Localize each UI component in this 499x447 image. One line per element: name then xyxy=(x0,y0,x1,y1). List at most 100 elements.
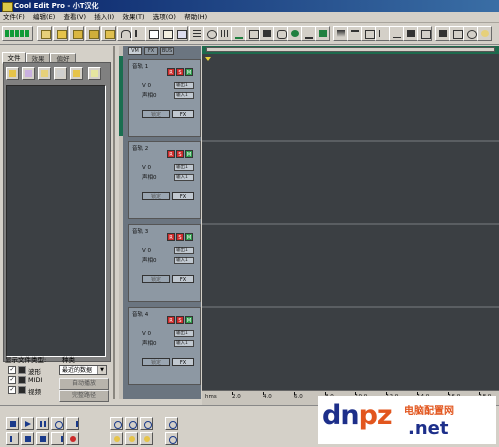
paste-button[interactable] xyxy=(159,26,174,41)
tab-bus[interactable]: BUS xyxy=(160,47,174,55)
output-select[interactable]: 输出1 xyxy=(174,82,194,89)
zoom-in-horizontal-button[interactable] xyxy=(110,417,123,430)
mute-button[interactable]: M xyxy=(185,150,193,158)
zoom-out-horizontal-button[interactable] xyxy=(125,417,138,430)
properties-button[interactable] xyxy=(449,26,464,41)
fx-button[interactable]: FX xyxy=(172,358,194,366)
preview-button[interactable] xyxy=(435,26,450,41)
record-arm-button[interactable]: R xyxy=(167,233,175,241)
file-info-button[interactable] xyxy=(88,67,101,80)
go-to-end-button[interactable] xyxy=(51,432,64,445)
pan-button[interactable] xyxy=(403,26,418,41)
filetype-waveform-checkbox[interactable]: ✓ xyxy=(8,366,16,374)
copy-button[interactable] xyxy=(145,26,160,41)
tab-fx[interactable]: FX xyxy=(144,47,158,55)
pan-value[interactable]: 声相0 xyxy=(142,174,167,182)
cut-button[interactable] xyxy=(131,26,147,41)
menu-edit[interactable]: 编辑(E) xyxy=(30,12,58,23)
noise-button[interactable] xyxy=(417,26,432,41)
volume-value[interactable]: V 0 xyxy=(142,164,167,172)
fx-button[interactable]: FX xyxy=(172,110,194,118)
solo-button[interactable]: S xyxy=(176,233,184,241)
full-path-button[interactable]: 完整路径 xyxy=(59,390,109,402)
lock-button[interactable]: 锁定 xyxy=(142,192,170,200)
menu-file[interactable]: 文件(F) xyxy=(0,12,28,23)
fx-button[interactable]: FX xyxy=(172,192,194,200)
snap-button[interactable] xyxy=(259,26,274,41)
envelope-button[interactable] xyxy=(231,26,246,41)
grid-button[interactable] xyxy=(217,26,232,41)
multitrack-button[interactable] xyxy=(189,26,204,41)
filetype-video-checkbox[interactable]: ✓ xyxy=(8,386,16,394)
zoom-right-button[interactable] xyxy=(125,432,138,445)
bounce-button[interactable] xyxy=(315,26,330,41)
pan-value[interactable]: 声相0 xyxy=(142,257,167,265)
input-select[interactable]: 输入1 xyxy=(174,92,194,99)
undo-button[interactable] xyxy=(117,26,132,41)
amplify-button[interactable] xyxy=(389,26,404,41)
open-button[interactable] xyxy=(53,26,68,41)
menu-options[interactable]: 选项(O) xyxy=(150,12,179,23)
import-button[interactable] xyxy=(22,67,35,80)
input-select[interactable]: 输入1 xyxy=(174,340,194,347)
open-file-button[interactable] xyxy=(6,67,19,80)
lock-button[interactable]: 锁定 xyxy=(142,275,170,283)
tempo-button[interactable] xyxy=(245,26,260,41)
output-select[interactable]: 输出1 xyxy=(174,330,194,337)
volume-value[interactable]: V 0 xyxy=(142,247,167,255)
menu-effects[interactable]: 效果(T) xyxy=(119,12,147,23)
autoplay-button[interactable]: 自动播放 xyxy=(59,378,109,390)
pan-value[interactable]: 声相0 xyxy=(142,340,167,348)
pause-button[interactable] xyxy=(36,417,49,430)
fx-button[interactable]: FX xyxy=(172,275,194,283)
edit-view-toggle-button[interactable] xyxy=(2,26,33,41)
track-header[interactable]: 音轨 1 R S M V 0 输出1 声相0 输入1 锁定 FX xyxy=(128,59,201,137)
volume-value[interactable]: V 0 xyxy=(142,330,167,338)
insert-multitrack-button[interactable] xyxy=(54,67,67,80)
mute-button[interactable]: M xyxy=(185,68,193,76)
overview-bar[interactable] xyxy=(202,46,499,54)
menu-insert[interactable]: 插入(I) xyxy=(91,12,117,23)
solo-button[interactable]: S xyxy=(176,68,184,76)
play-button[interactable] xyxy=(21,417,34,430)
go-to-start-button[interactable] xyxy=(6,432,19,445)
record-button[interactable] xyxy=(66,432,79,445)
solo-button[interactable]: S xyxy=(176,150,184,158)
close-selected-button[interactable] xyxy=(38,67,51,80)
volume-value[interactable]: V 0 xyxy=(142,82,167,90)
track-header[interactable]: 音轨 3 R S M V 0 输出1 声相0 输入1 锁定 FX xyxy=(128,224,201,302)
help-button[interactable] xyxy=(477,26,492,41)
track-header[interactable]: 音轨 2 R S M V 0 输出1 声相0 输入1 锁定 FX xyxy=(128,141,201,219)
rewind-button[interactable] xyxy=(21,432,34,445)
frequency-button[interactable] xyxy=(361,26,376,41)
solo-button[interactable]: S xyxy=(176,316,184,324)
record-arm-button[interactable]: R xyxy=(167,316,175,324)
overview-range[interactable] xyxy=(206,47,495,52)
record-arm-button[interactable]: R xyxy=(167,150,175,158)
track-header[interactable]: 音轨 4 R S M V 0 输出1 声相0 输入1 锁定 FX xyxy=(128,307,201,385)
pan-value[interactable]: 声相0 xyxy=(142,92,167,100)
file-list[interactable] xyxy=(6,85,106,357)
record-arm-button[interactable]: R xyxy=(167,68,175,76)
waveform-view-button[interactable] xyxy=(347,26,362,41)
start-marker-icon[interactable] xyxy=(205,57,211,61)
stop-button[interactable] xyxy=(6,417,19,430)
edit-file-button[interactable] xyxy=(70,67,83,80)
session-button[interactable] xyxy=(101,26,116,41)
lock-button[interactable]: 锁定 xyxy=(142,110,170,118)
input-select[interactable]: 输入1 xyxy=(174,174,194,181)
loop-button[interactable] xyxy=(203,26,218,41)
output-select[interactable]: 输出1 xyxy=(174,247,194,254)
filetype-midi-checkbox[interactable]: ✓ xyxy=(8,376,16,384)
menu-view[interactable]: 查看(V) xyxy=(60,12,89,23)
lock-button[interactable]: 锁定 xyxy=(142,358,170,366)
input-select[interactable]: 输入1 xyxy=(174,257,194,264)
settings-button[interactable] xyxy=(463,26,478,41)
tab-vm[interactable]: VM xyxy=(128,47,142,55)
menu-help[interactable]: 帮助(H) xyxy=(181,12,210,23)
save-button[interactable] xyxy=(69,26,84,41)
mute-button[interactable]: M xyxy=(185,233,193,241)
zoom-full-button[interactable] xyxy=(140,417,153,430)
close-file-button[interactable] xyxy=(85,26,100,41)
zoom-out-vertical-button[interactable] xyxy=(165,432,178,445)
